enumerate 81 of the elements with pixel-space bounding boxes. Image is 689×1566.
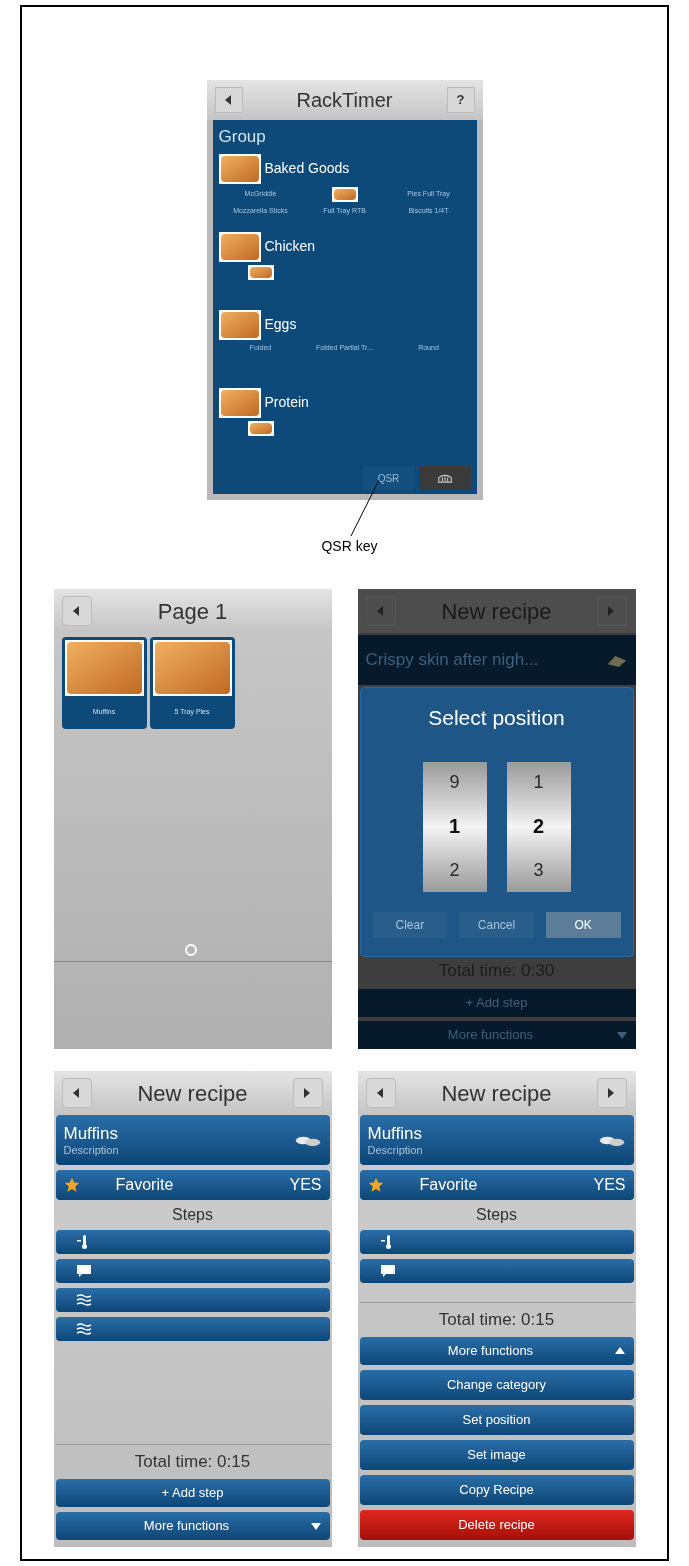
more-functions-button[interactable]: More functions — [55, 1512, 330, 1540]
screen-title: Page 1 — [157, 597, 228, 626]
airflow-icon — [75, 1322, 92, 1336]
favorite-bar[interactable]: Favorite YES — [55, 1170, 330, 1200]
group-heading: Group — [218, 126, 267, 148]
star-icon — [63, 1177, 80, 1193]
menu-item[interactable]: Delete recipe — [359, 1510, 634, 1540]
wheel-value: 1 — [533, 771, 544, 795]
photo-placeholder — [218, 309, 261, 340]
description-label: Description — [367, 1143, 423, 1158]
toolbar-button[interactable] — [418, 466, 471, 490]
recipe-name: Muffins — [63, 1122, 119, 1144]
caret-up-icon — [613, 1345, 626, 1357]
thermometer-icon — [379, 1234, 394, 1250]
dialog-button[interactable]: Cancel — [459, 911, 534, 938]
message-icon — [379, 1264, 396, 1278]
screen-title: RackTimer — [296, 88, 393, 113]
back-button[interactable] — [214, 87, 243, 113]
favorite-bar[interactable]: Favorite YES — [359, 1170, 634, 1200]
menu-item[interactable]: Copy Recipe — [359, 1475, 634, 1505]
wheel-value: 9 — [449, 771, 460, 795]
total-time: Total time: 0:15 — [134, 1450, 251, 1473]
number-wheel[interactable]: 9 1 2 — [422, 761, 487, 892]
photo-placeholder — [218, 231, 261, 262]
photo-placeholder — [218, 153, 261, 184]
forward-button[interactable] — [293, 1078, 324, 1108]
caret-down-icon — [615, 1029, 628, 1041]
wheel-value: 2 — [449, 858, 460, 882]
star-icon — [367, 1177, 384, 1193]
steps-heading: Steps — [171, 1205, 214, 1225]
leader-line — [349, 480, 380, 536]
oven-rack-icon — [435, 472, 454, 484]
add-step-label: + Add step — [465, 994, 528, 1013]
favorite-value: YES — [289, 1175, 322, 1195]
number-wheel[interactable]: 1 2 3 — [506, 761, 571, 892]
wheel-value: 2 — [532, 814, 545, 840]
recipe-name-bar[interactable]: Muffins Description — [359, 1115, 634, 1165]
back-button[interactable] — [61, 596, 92, 626]
screen-title: New recipe — [137, 1079, 248, 1108]
dialog-button[interactable]: Clear — [372, 911, 448, 938]
screen-title: New recipe — [441, 1079, 552, 1108]
favorite-label: Favorite — [115, 1175, 175, 1195]
photo-placeholder — [331, 186, 358, 202]
wheel-value: 1 — [448, 814, 461, 840]
wheel-value: 3 — [533, 858, 544, 882]
more-functions-label: More functions — [446, 1026, 535, 1045]
recipe-name: Muffins — [367, 1122, 423, 1144]
message-icon — [75, 1264, 92, 1278]
thermometer-icon — [75, 1234, 90, 1250]
favorite-label: Favorite — [419, 1175, 479, 1195]
callout-label: QSR key — [321, 537, 378, 556]
page-indicator-icon — [183, 943, 198, 957]
photo-placeholder — [247, 264, 274, 280]
category-name[interactable]: Protein — [264, 392, 309, 413]
recipe-name: Crispy skin after nigh... — [365, 649, 539, 672]
menu-item[interactable]: Set image — [359, 1440, 634, 1470]
menu-item[interactable]: Change category — [359, 1370, 634, 1400]
photo-placeholder — [218, 387, 261, 418]
caret-down-icon — [309, 1520, 322, 1532]
step-row[interactable] — [55, 1259, 330, 1283]
back-button[interactable] — [365, 1078, 396, 1108]
dialog-button[interactable]: OK — [545, 911, 621, 938]
category-name[interactable]: Baked Goods — [264, 158, 350, 179]
category-name[interactable]: Chicken — [264, 236, 316, 257]
dialog-title: Select position — [428, 705, 565, 731]
steps-heading: Steps — [475, 1205, 518, 1225]
forward-button[interactable] — [597, 1078, 628, 1108]
help-button[interactable]: ? — [446, 87, 475, 113]
step-row[interactable] — [359, 1259, 634, 1283]
more-functions-button[interactable]: More functions — [359, 1337, 634, 1365]
category-name[interactable]: Eggs — [264, 314, 297, 335]
menu-item[interactable]: Set position — [359, 1405, 634, 1435]
description-label: Description — [63, 1143, 119, 1158]
back-button[interactable] — [61, 1078, 92, 1108]
total-time: Total time: 0:15 — [438, 1308, 555, 1331]
airflow-icon — [75, 1293, 92, 1307]
photo-placeholder — [247, 420, 274, 436]
favorite-value: YES — [593, 1175, 626, 1195]
recipe-name-bar[interactable]: Muffins Description — [55, 1115, 330, 1165]
qsr-button[interactable]: QSR — [362, 466, 415, 490]
add-step-button[interactable]: + Add step — [55, 1479, 330, 1507]
